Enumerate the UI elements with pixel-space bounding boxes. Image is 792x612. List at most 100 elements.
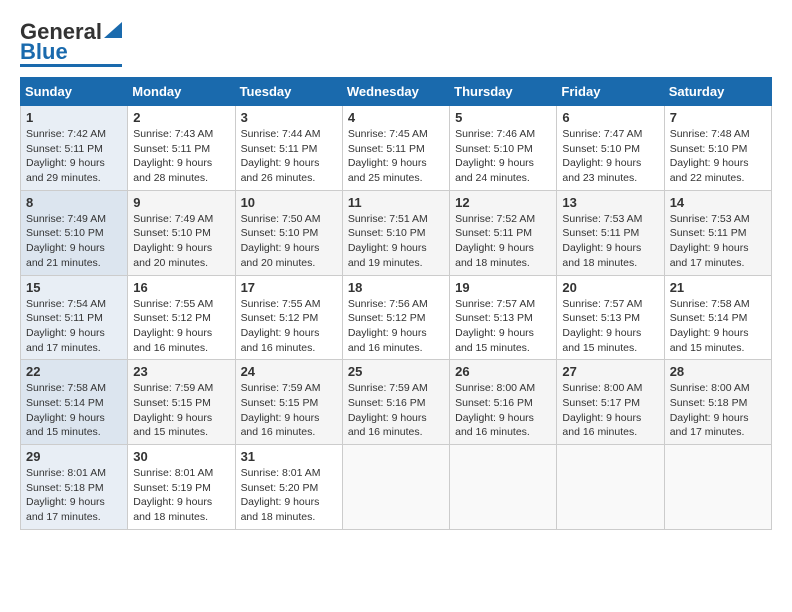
day-number: 16 [133, 280, 229, 295]
day-info: Sunrise: 7:44 AMSunset: 5:11 PMDaylight:… [241, 127, 337, 186]
calendar-table: SundayMondayTuesdayWednesdayThursdayFrid… [20, 77, 772, 530]
weekday-header-tuesday: Tuesday [235, 78, 342, 106]
week-row-3: 15 Sunrise: 7:54 AMSunset: 5:11 PMDayligh… [21, 275, 772, 360]
day-number: 9 [133, 195, 229, 210]
day-number: 3 [241, 110, 337, 125]
calendar-cell [450, 445, 557, 530]
calendar-cell: 23 Sunrise: 7:59 AMSunset: 5:15 PMDayligh… [128, 360, 235, 445]
day-info: Sunrise: 7:59 AMSunset: 5:15 PMDaylight:… [133, 381, 229, 440]
day-number: 14 [670, 195, 766, 210]
day-number: 2 [133, 110, 229, 125]
day-number: 19 [455, 280, 551, 295]
day-number: 21 [670, 280, 766, 295]
weekday-header-sunday: Sunday [21, 78, 128, 106]
calendar-cell: 29Sunrise: 8:01 AMSunset: 5:18 PMDayligh… [21, 445, 128, 530]
calendar-cell [342, 445, 449, 530]
calendar-cell: 20Sunrise: 7:57 AMSunset: 5:13 PMDayligh… [557, 275, 664, 360]
weekday-header-wednesday: Wednesday [342, 78, 449, 106]
day-info: Sunrise: 8:01 AMSunset: 5:18 PMDaylight:… [26, 466, 122, 525]
day-info: Sunrise: 7:58 AMSunset: 5:14 PMDaylight:… [670, 297, 766, 356]
day-number: 28 [670, 364, 766, 379]
day-info: Sunrise: 7:57 AMSunset: 5:13 PMDaylight:… [455, 297, 551, 356]
weekday-header-row: SundayMondayTuesdayWednesdayThursdayFrid… [21, 78, 772, 106]
day-number: 31 [241, 449, 337, 464]
calendar-cell: 31Sunrise: 8:01 AMSunset: 5:20 PMDayligh… [235, 445, 342, 530]
day-info: Sunrise: 8:00 AMSunset: 5:16 PMDaylight:… [455, 381, 551, 440]
calendar-cell: 6 Sunrise: 7:47 AMSunset: 5:10 PMDaylight… [557, 106, 664, 191]
day-number: 25 [348, 364, 444, 379]
weekday-header-monday: Monday [128, 78, 235, 106]
day-info: Sunrise: 7:51 AMSunset: 5:10 PMDaylight:… [348, 212, 444, 271]
day-info: Sunrise: 7:48 AMSunset: 5:10 PMDaylight:… [670, 127, 766, 186]
calendar-cell: 30 Sunrise: 8:01 AMSunset: 5:19 PMDayligh… [128, 445, 235, 530]
calendar-cell: 21 Sunrise: 7:58 AMSunset: 5:14 PMDayligh… [664, 275, 771, 360]
day-info: Sunrise: 7:49 AMSunset: 5:10 PMDaylight:… [133, 212, 229, 271]
calendar-cell: 9 Sunrise: 7:49 AMSunset: 5:10 PMDaylight… [128, 190, 235, 275]
weekday-header-thursday: Thursday [450, 78, 557, 106]
day-info: Sunrise: 7:55 AMSunset: 5:12 PMDaylight:… [241, 297, 337, 356]
day-info: Sunrise: 7:49 AMSunset: 5:10 PMDaylight:… [26, 212, 122, 271]
calendar-cell: 7 Sunrise: 7:48 AMSunset: 5:10 PMDaylight… [664, 106, 771, 191]
day-number: 23 [133, 364, 229, 379]
calendar-cell: 16 Sunrise: 7:55 AMSunset: 5:12 PMDayligh… [128, 275, 235, 360]
weekday-header-friday: Friday [557, 78, 664, 106]
day-number: 24 [241, 364, 337, 379]
calendar-cell: 10 Sunrise: 7:50 AMSunset: 5:10 PMDayligh… [235, 190, 342, 275]
page-header: General Blue [20, 20, 772, 67]
day-number: 11 [348, 195, 444, 210]
day-number: 15 [26, 280, 122, 295]
week-row-4: 22 Sunrise: 7:58 AMSunset: 5:14 PMDayligh… [21, 360, 772, 445]
day-info: Sunrise: 7:50 AMSunset: 5:10 PMDaylight:… [241, 212, 337, 271]
calendar-cell: 19 Sunrise: 7:57 AMSunset: 5:13 PMDayligh… [450, 275, 557, 360]
day-number: 4 [348, 110, 444, 125]
day-info: Sunrise: 7:47 AMSunset: 5:10 PMDaylight:… [562, 127, 658, 186]
calendar-cell: 27Sunrise: 8:00 AMSunset: 5:17 PMDayligh… [557, 360, 664, 445]
day-info: Sunrise: 7:42 AMSunset: 5:11 PMDaylight:… [26, 127, 122, 186]
week-row-5: 29Sunrise: 8:01 AMSunset: 5:18 PMDayligh… [21, 445, 772, 530]
calendar-cell [557, 445, 664, 530]
day-number: 30 [133, 449, 229, 464]
calendar-cell: 11 Sunrise: 7:51 AMSunset: 5:10 PMDayligh… [342, 190, 449, 275]
calendar-cell: 4 Sunrise: 7:45 AMSunset: 5:11 PMDaylight… [342, 106, 449, 191]
day-info: Sunrise: 8:00 AMSunset: 5:18 PMDaylight:… [670, 381, 766, 440]
calendar-cell: 2 Sunrise: 7:43 AMSunset: 5:11 PMDaylight… [128, 106, 235, 191]
calendar-cell: 28 Sunrise: 8:00 AMSunset: 5:18 PMDayligh… [664, 360, 771, 445]
day-number: 22 [26, 364, 122, 379]
day-number: 13 [562, 195, 658, 210]
day-info: Sunrise: 7:58 AMSunset: 5:14 PMDaylight:… [26, 381, 122, 440]
day-number: 12 [455, 195, 551, 210]
calendar-cell: 17Sunrise: 7:55 AMSunset: 5:12 PMDayligh… [235, 275, 342, 360]
day-number: 5 [455, 110, 551, 125]
logo-blue-text: Blue [20, 41, 68, 63]
day-number: 6 [562, 110, 658, 125]
calendar-cell: 8 Sunrise: 7:49 AMSunset: 5:10 PMDaylight… [21, 190, 128, 275]
day-info: Sunrise: 7:59 AMSunset: 5:16 PMDaylight:… [348, 381, 444, 440]
calendar-cell: 1 Sunrise: 7:42 AMSunset: 5:11 PMDaylight… [21, 106, 128, 191]
day-info: Sunrise: 7:54 AMSunset: 5:11 PMDaylight:… [26, 297, 122, 356]
calendar-cell: 25 Sunrise: 7:59 AMSunset: 5:16 PMDayligh… [342, 360, 449, 445]
calendar-cell: 5Sunrise: 7:46 AMSunset: 5:10 PMDaylight… [450, 106, 557, 191]
day-info: Sunrise: 7:59 AMSunset: 5:15 PMDaylight:… [241, 381, 337, 440]
day-info: Sunrise: 7:43 AMSunset: 5:11 PMDaylight:… [133, 127, 229, 186]
logo-underline [20, 64, 122, 67]
calendar-cell [664, 445, 771, 530]
day-number: 1 [26, 110, 122, 125]
day-info: Sunrise: 7:55 AMSunset: 5:12 PMDaylight:… [133, 297, 229, 356]
calendar-cell: 22 Sunrise: 7:58 AMSunset: 5:14 PMDayligh… [21, 360, 128, 445]
calendar-body: 1 Sunrise: 7:42 AMSunset: 5:11 PMDaylight… [21, 106, 772, 530]
day-number: 8 [26, 195, 122, 210]
day-info: Sunrise: 7:53 AMSunset: 5:11 PMDaylight:… [670, 212, 766, 271]
day-info: Sunrise: 7:45 AMSunset: 5:11 PMDaylight:… [348, 127, 444, 186]
calendar-cell: 24 Sunrise: 7:59 AMSunset: 5:15 PMDayligh… [235, 360, 342, 445]
day-number: 7 [670, 110, 766, 125]
calendar-cell: 15 Sunrise: 7:54 AMSunset: 5:11 PMDayligh… [21, 275, 128, 360]
day-number: 10 [241, 195, 337, 210]
day-info: Sunrise: 7:57 AMSunset: 5:13 PMDaylight:… [562, 297, 658, 356]
calendar-cell: 14 Sunrise: 7:53 AMSunset: 5:11 PMDayligh… [664, 190, 771, 275]
week-row-1: 1 Sunrise: 7:42 AMSunset: 5:11 PMDaylight… [21, 106, 772, 191]
day-info: Sunrise: 7:56 AMSunset: 5:12 PMDaylight:… [348, 297, 444, 356]
day-info: Sunrise: 8:01 AMSunset: 5:19 PMDaylight:… [133, 466, 229, 525]
day-number: 27 [562, 364, 658, 379]
day-number: 26 [455, 364, 551, 379]
calendar-cell: 18Sunrise: 7:56 AMSunset: 5:12 PMDayligh… [342, 275, 449, 360]
